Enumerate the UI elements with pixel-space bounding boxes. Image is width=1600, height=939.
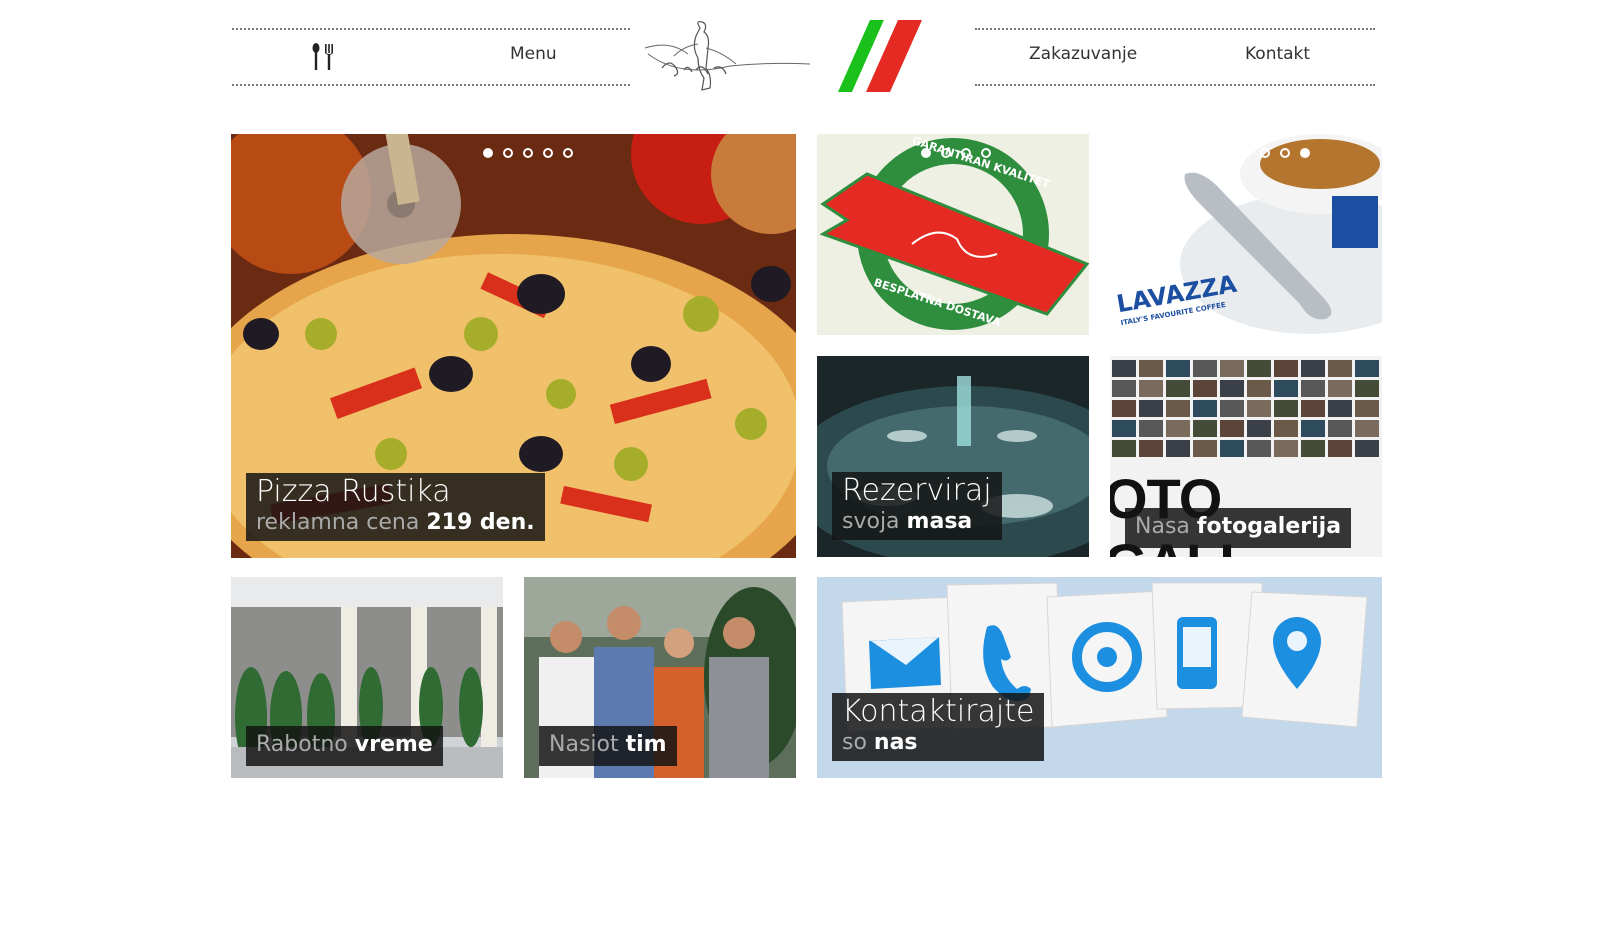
- pizza-slider-dots: [483, 148, 573, 158]
- slider-dot[interactable]: [1240, 148, 1250, 158]
- gallery-sub-bold: fotogalerija: [1196, 514, 1342, 539]
- contact-caption: Kontaktirajte so nas: [832, 693, 1045, 761]
- contact-tile[interactable]: Kontaktirajte so nas: [817, 577, 1382, 778]
- slider-dot[interactable]: [543, 148, 553, 158]
- working-hours-sub-bold: vreme: [354, 732, 433, 757]
- cutlery-icon[interactable]: [308, 42, 338, 72]
- contact-sub-bold: nas: [873, 730, 918, 755]
- gallery-caption: Nasa fotogalerija: [1125, 508, 1352, 548]
- team-caption: Nasiot tim: [539, 726, 677, 766]
- contact-title: Kontaktirajte: [842, 694, 1035, 729]
- pizza-caption: Pizza Rustika reklamna cena 219 den.: [246, 473, 545, 541]
- pizza-price: 219 den.: [426, 510, 535, 535]
- gallery-tile[interactable]: OTO GALL Nasa fotogalerija: [1110, 356, 1382, 557]
- reservation-caption: Rezerviraj svoja masa: [832, 472, 1002, 540]
- slider-dot[interactable]: [503, 148, 513, 158]
- working-hours-tile[interactable]: Rabotno vreme: [231, 577, 503, 778]
- reservation-tile[interactable]: Rezerviraj svoja masa: [817, 356, 1089, 557]
- reservation-sub-light: svoja: [842, 509, 900, 534]
- nav-kontakt-link[interactable]: Kontakt: [1245, 44, 1310, 64]
- working-hours-sub-light: Rabotno: [256, 732, 348, 757]
- team-sub-bold: tim: [625, 732, 667, 757]
- slider-dot[interactable]: [1260, 148, 1270, 158]
- slider-dot[interactable]: [1280, 148, 1290, 158]
- pinokio-logo[interactable]: [640, 18, 930, 98]
- reservation-title: Rezerviraj: [842, 473, 992, 508]
- coffee-slider-tile[interactable]: LAVAZZA ITALY'S FAVOURITE COFFEE: [1110, 134, 1382, 335]
- working-hours-caption: Rabotno vreme: [246, 726, 443, 766]
- slider-dot[interactable]: [483, 148, 493, 158]
- slider-dot[interactable]: [1300, 148, 1310, 158]
- coffee-slider-dots: [1240, 148, 1310, 158]
- quality-slider-tile[interactable]: GARANTIRAN KVALITET BESPLATNA DOSTAVA: [817, 134, 1089, 335]
- contact-sub-light: so: [842, 730, 867, 755]
- header-divider: [232, 84, 630, 86]
- pizza-slider-tile[interactable]: Pizza Rustika reklamna cena 219 den.: [231, 134, 796, 558]
- slider-dot[interactable]: [563, 148, 573, 158]
- nav-zakazuvanje-link[interactable]: Zakazuvanje: [1029, 44, 1137, 64]
- pizza-subtitle: reklamna cena: [256, 510, 420, 535]
- header-divider: [975, 84, 1375, 86]
- team-sub-light: Nasiot: [549, 732, 619, 757]
- reservation-sub-bold: masa: [906, 509, 973, 534]
- pizza-title: Pizza Rustika: [256, 474, 451, 509]
- header-divider: [975, 28, 1375, 30]
- header-divider: [232, 28, 630, 30]
- slider-dot[interactable]: [523, 148, 533, 158]
- team-tile[interactable]: Nasiot tim: [524, 577, 796, 778]
- gallery-sub-light: Nasa: [1135, 514, 1190, 539]
- nav-menu-link[interactable]: Menu: [510, 44, 557, 64]
